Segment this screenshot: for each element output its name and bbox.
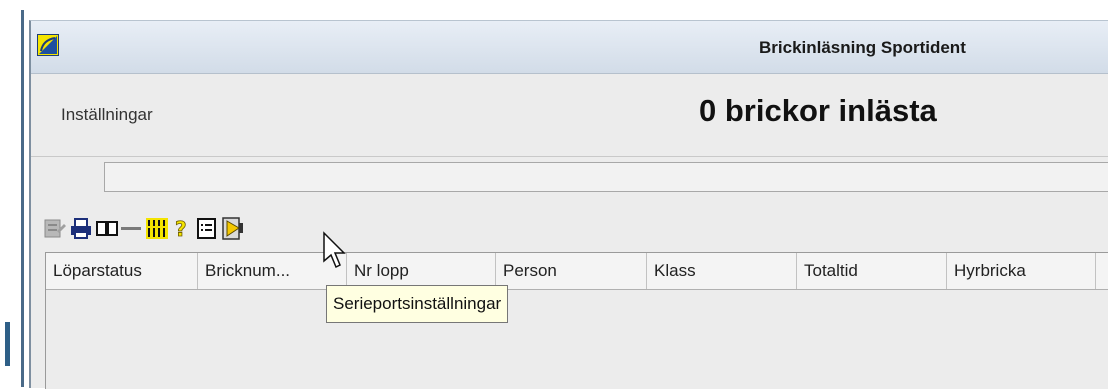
header-panel: Inställningar 0 brickor inlästa	[31, 74, 1108, 157]
svg-text:?: ?	[175, 217, 187, 241]
window-left-border	[21, 10, 24, 387]
app-logo-icon[interactable]	[37, 34, 59, 56]
desktop-background	[0, 0, 1108, 10]
mouse-cursor-icon	[323, 231, 346, 269]
window-titlebar[interactable]: Brickinläsning Sportident	[31, 21, 1108, 74]
column-header-total-time[interactable]: Totaltid	[797, 253, 947, 289]
column-header-class[interactable]: Klass	[647, 253, 797, 289]
settings-link[interactable]: Inställningar	[61, 105, 153, 125]
main-window: Brickinläsning Sportident Inställningar …	[29, 20, 1108, 389]
column-header-race-number[interactable]: Nr lopp	[347, 253, 496, 289]
tooltip: Serieportsinställningar	[326, 285, 509, 323]
column-header-runner-status[interactable]: Löparstatus	[46, 253, 198, 289]
progress-bar	[104, 162, 1108, 192]
table-header: Löparstatus Bricknum... Nr lopp Person K…	[46, 253, 1108, 290]
printer-icon[interactable]	[69, 215, 93, 241]
timing-columns-icon[interactable]	[145, 215, 169, 241]
table-body[interactable]	[46, 290, 1108, 389]
list-document-icon[interactable]	[195, 215, 219, 241]
minus-icon[interactable]	[119, 215, 143, 241]
edit-document-icon[interactable]	[43, 215, 67, 241]
help-icon[interactable]: ?	[171, 215, 195, 241]
serial-port-settings-icon[interactable]	[221, 215, 245, 241]
column-header-person[interactable]: Person	[496, 253, 647, 289]
background-window-stripe	[5, 322, 10, 366]
cards-read-count: 0 brickor inlästa	[699, 93, 937, 128]
open-book-icon[interactable]	[95, 215, 119, 241]
column-header-rental-card[interactable]: Hyrbricka	[947, 253, 1096, 289]
cards-table: Löparstatus Bricknum... Nr lopp Person K…	[45, 252, 1108, 389]
window-title: Brickinläsning Sportident	[759, 38, 966, 57]
